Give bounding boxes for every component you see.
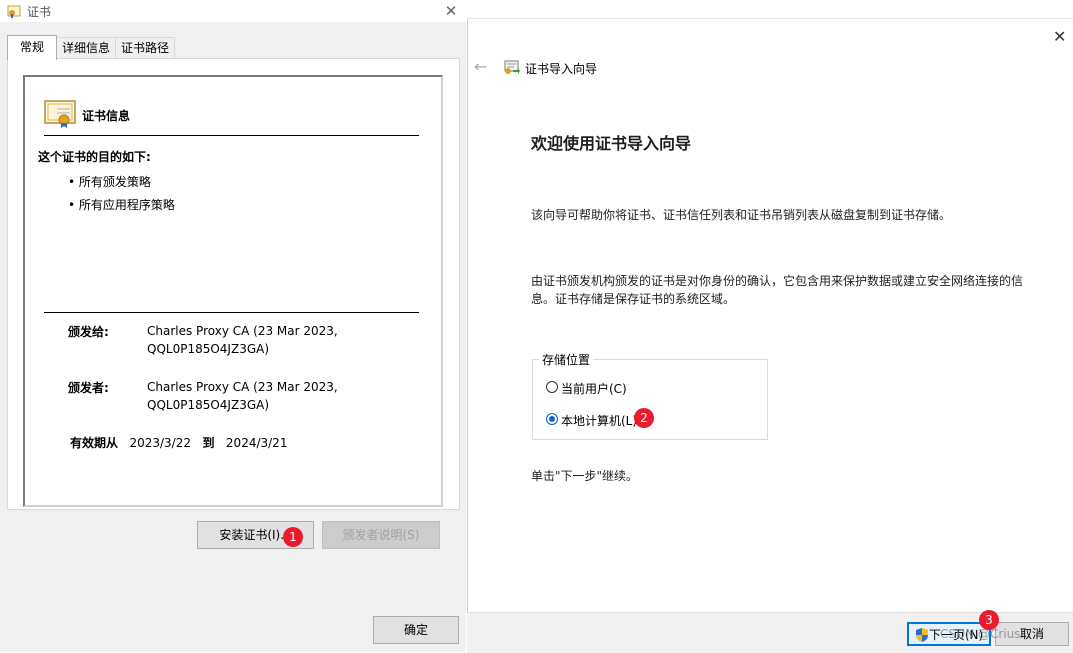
- valid-from: 2023/3/22: [129, 436, 191, 450]
- close-icon[interactable]: ✕: [440, 1, 462, 21]
- wizard-description: 由证书颁发机构颁发的证书是对你身份的确认，它包含用来保护数据或建立安全网络连接的…: [531, 274, 1024, 306]
- wizard-heading: 欢迎使用证书导入向导: [531, 134, 692, 153]
- certificate-import-icon: [504, 60, 520, 74]
- issued-to-label: 颁发给:: [68, 325, 109, 339]
- local-machine-label[interactable]: 本地计算机(L): [561, 412, 637, 429]
- issued-by-line: Charles Proxy CA (23 Mar 2023,: [147, 380, 338, 394]
- wizard-description: 该向导可帮助你将证书、证书信任列表和证书吊销列表从磁盘复制到证书存储。: [531, 208, 952, 222]
- purpose-item: • 所有颁发策略: [68, 175, 151, 189]
- store-location-label: 存储位置: [539, 351, 594, 368]
- validity-row: 有效期从 2023/3/22 到 2024/3/21: [70, 434, 287, 451]
- watermark: CSDN @Crius: [940, 627, 1021, 641]
- divider: [467, 18, 1073, 19]
- certificate-title: 证书: [27, 5, 52, 19]
- tab-general[interactable]: 常规: [7, 35, 57, 60]
- issued-to-line: Charles Proxy CA (23 Mar 2023,: [147, 324, 338, 338]
- tab-details[interactable]: 详细信息: [56, 37, 116, 58]
- wizard-topstrip: [467, 0, 1073, 18]
- shield-icon: [916, 628, 928, 642]
- valid-to: 2024/3/21: [225, 436, 288, 450]
- certificate-info-heading: 证书信息: [82, 109, 131, 123]
- purpose-item: • 所有应用程序策略: [68, 198, 175, 212]
- issued-to-line: QQL0P185O4JZ3GA): [147, 342, 270, 356]
- validity-label: 有效期从: [70, 436, 119, 450]
- certificate-titlebar: [0, 0, 466, 22]
- divider: [44, 312, 419, 313]
- validity-to-label: 到: [202, 436, 215, 450]
- ok-button[interactable]: 确定: [373, 616, 459, 644]
- import-wizard: [467, 0, 1073, 652]
- step-marker: 2: [634, 408, 654, 428]
- certificate-icon: [7, 5, 21, 18]
- step-marker: 1: [283, 527, 303, 547]
- divider: [44, 135, 419, 136]
- purpose-heading: 这个证书的目的如下:: [38, 150, 151, 164]
- current-user-radio[interactable]: [546, 381, 558, 393]
- back-arrow-icon[interactable]: ←: [474, 57, 487, 76]
- issued-by-value: Charles Proxy CA (23 Mar 2023, QQL0P185O…: [147, 378, 367, 414]
- tab-certification-path[interactable]: 证书路径: [115, 37, 175, 58]
- issued-to-value: Charles Proxy CA (23 Mar 2023, QQL0P185O…: [147, 322, 367, 358]
- issued-by-label: 颁发者:: [68, 381, 109, 395]
- certificate-info-icon: [44, 100, 76, 128]
- issued-by-line: QQL0P185O4JZ3GA): [147, 398, 270, 412]
- issuer-statement-button: 颁发者说明(S): [322, 521, 440, 549]
- wizard-title: 证书导入向导: [525, 62, 598, 76]
- close-icon[interactable]: ✕: [1053, 27, 1066, 46]
- current-user-label[interactable]: 当前用户(C): [561, 380, 627, 397]
- continue-note: 单击"下一步"继续。: [531, 469, 639, 483]
- local-machine-radio[interactable]: [546, 413, 558, 425]
